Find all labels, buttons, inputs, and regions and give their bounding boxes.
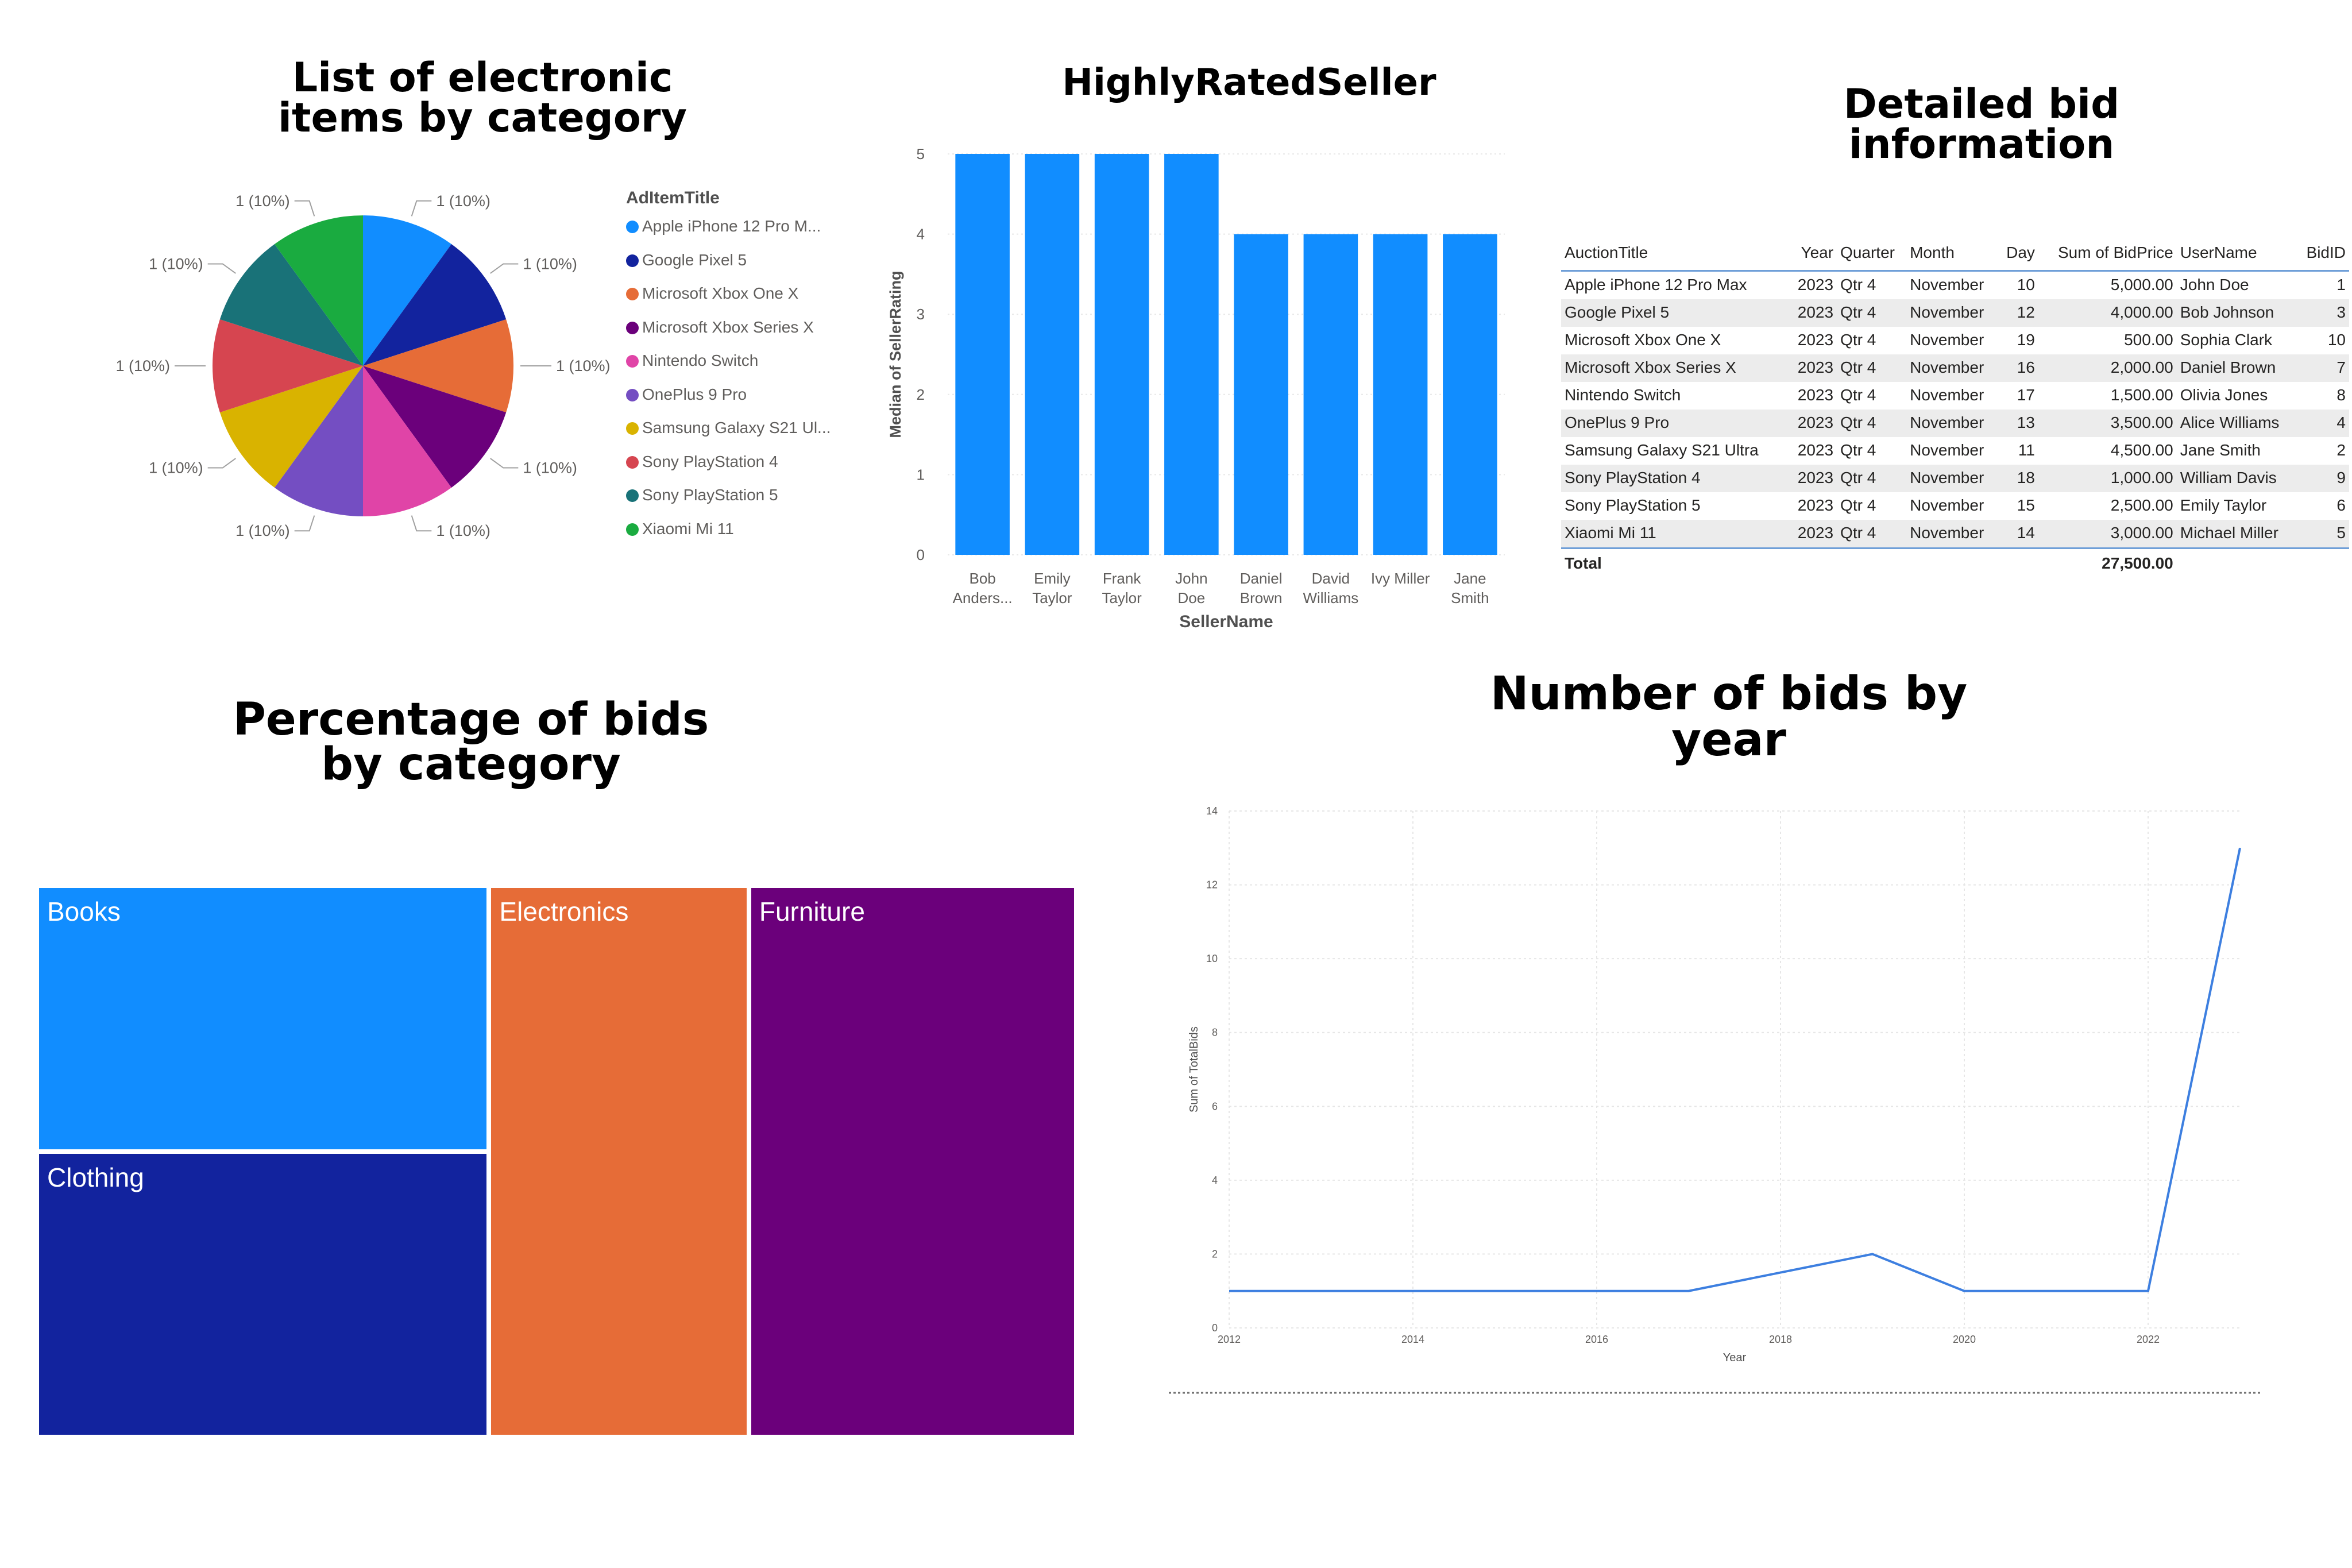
- line-y-tick-label: 12: [1206, 879, 1218, 891]
- line-series: [1229, 847, 2241, 1292]
- line-y-tick-label: 6: [1212, 1100, 1218, 1112]
- table-cell: 3: [2296, 299, 2349, 327]
- table-cell: 1: [2336, 276, 2346, 293]
- table-cell: 2: [2336, 441, 2346, 459]
- line-x-tick-label: 2020: [1953, 1334, 1976, 1345]
- table-cell: 10: [2327, 331, 2346, 349]
- line-x-tick-label: 2016: [1585, 1334, 1608, 1345]
- line-y-tick-label: 2: [1212, 1248, 1218, 1260]
- line-y-tick-label: 4: [1212, 1175, 1218, 1186]
- line-x-axis-title: Year: [1723, 1351, 1747, 1364]
- line-y-axis-title: Sum of TotalBids: [1188, 1026, 1200, 1113]
- line-chart: 0 2 4 6 8 10 12 14 2012 2014 2016 2018 2020 2022 Year S…: [1169, 805, 2260, 1394]
- line-y-tick-label: 8: [1212, 1027, 1218, 1038]
- line-y-tick-label: 10: [1206, 953, 1218, 964]
- table-cell: 4: [2296, 410, 2349, 437]
- table-cell: 6: [2336, 496, 2346, 514]
- table-cell: 5: [2296, 520, 2349, 549]
- table-cell: 9: [2296, 465, 2349, 492]
- line-y-tick-label: 0: [1212, 1322, 1218, 1334]
- table-cell: 7: [2296, 354, 2349, 382]
- line-y-tick-label: 14: [1206, 805, 1218, 817]
- table-cell: 8: [2336, 386, 2346, 404]
- line-x-tick-label: 2012: [1218, 1334, 1241, 1345]
- line-x-tick-label: 2022: [2137, 1334, 2160, 1345]
- line-x-tick-label: 2014: [1401, 1334, 1424, 1345]
- line-x-tick-label: 2018: [1769, 1334, 1792, 1345]
- table-column-header[interactable]: BidID: [2296, 238, 2349, 272]
